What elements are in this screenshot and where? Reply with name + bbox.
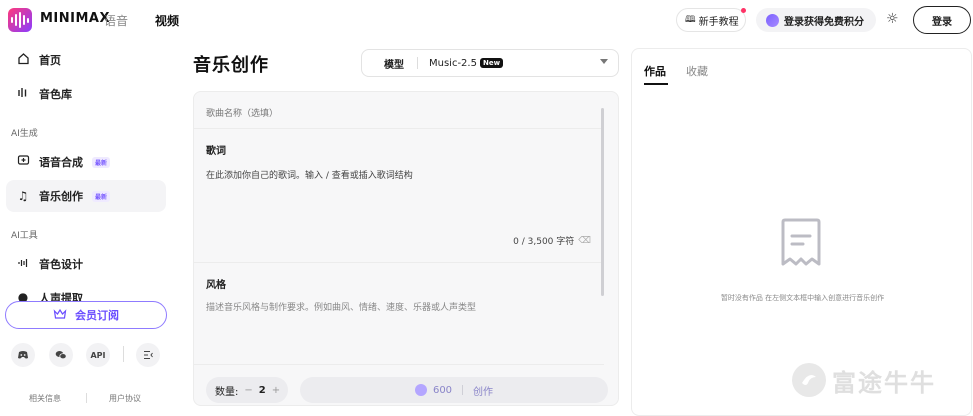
lyrics-counter: 0 / 3,500 字符 ⌫: [513, 234, 591, 248]
divider: [123, 346, 124, 362]
new-badge: 最新: [92, 190, 111, 202]
create-credits: 600: [432, 384, 453, 396]
model-label: 模型: [384, 59, 404, 71]
login-button[interactable]: 登录: [913, 6, 971, 34]
sidebar-item-label: 语音合成: [39, 156, 83, 169]
wechat-icon[interactable]: [49, 343, 73, 367]
style-label: 风格: [206, 280, 226, 291]
divider: [194, 128, 604, 129]
membership-subscribe-button[interactable]: 会员订阅: [5, 301, 167, 329]
tutorial-label: 新手教程: [698, 16, 739, 28]
decrement-button[interactable]: −: [244, 385, 252, 396]
increment-button[interactable]: +: [272, 385, 280, 396]
song-name-input[interactable]: 歌曲名称（选填）: [206, 106, 278, 119]
sidebar-item-music-creation[interactable]: ♫ 音乐创作 最新: [6, 180, 166, 212]
collapse-sidebar-icon[interactable]: [136, 343, 160, 367]
tab-favorites[interactable]: 收藏: [686, 63, 708, 79]
chevron-down-icon: [600, 59, 608, 64]
empty-state-text: 暂时没有作品 在左侧文本框中输入创意进行音乐创作: [720, 294, 885, 302]
tutorial-button[interactable]: 🕮 新手教程: [676, 8, 746, 32]
music-editor-panel: 歌曲名称（选填） 歌词 在此添加你自己的歌词。输入 / 查看或插入歌词结构 0 …: [193, 91, 619, 406]
sidebar-item-voice-design[interactable]: 音色设计: [6, 248, 166, 280]
section-ai-generate: AI生成: [11, 129, 38, 139]
quantity-label: 数量:: [215, 386, 239, 398]
divider: [86, 393, 87, 403]
voice-library-icon: [16, 86, 30, 102]
speech-synthesis-icon: [16, 154, 30, 170]
page-title: 音乐创作: [193, 55, 269, 76]
free-credits-button[interactable]: 登录获得免费积分: [756, 8, 876, 32]
tab-underline: [644, 83, 668, 85]
credits-label: 登录获得免费积分: [784, 16, 864, 28]
member-label: 会员订阅: [75, 309, 119, 322]
sidebar-item-home[interactable]: 首页: [6, 44, 166, 76]
section-ai-tools: AI工具: [11, 231, 38, 241]
sidebar-item-vocal-extract[interactable]: ● 人声提取: [6, 282, 166, 302]
divider: [194, 364, 604, 365]
scrollbar[interactable]: [601, 108, 604, 296]
book-icon: 🕮: [685, 15, 696, 25]
api-link[interactable]: API: [86, 343, 110, 367]
voice-design-icon: [16, 256, 30, 272]
divider: [194, 262, 604, 263]
music-note-icon: ♫: [17, 189, 29, 203]
sidebar-item-speech-synthesis[interactable]: 语音合成 最新: [6, 146, 166, 178]
footer-user-agreement[interactable]: 用户协议: [109, 393, 141, 404]
model-select[interactable]: 模型 Music-2.5 New: [361, 49, 619, 77]
quantity-value: 2: [258, 384, 266, 396]
theme-toggle-sun-icon[interactable]: ☼: [886, 11, 899, 27]
nav-voice[interactable]: 语音: [104, 12, 128, 29]
sidebar: 首页 音色库 AI生成 语音合成 最新 ♫ 音乐创作 最新 AI工具 音色设计 …: [0, 40, 175, 416]
credits-icon: [766, 13, 779, 27]
quantity-stepper[interactable]: 数量: − 2 +: [206, 377, 288, 403]
watermark-text: 富途牛牛: [832, 368, 936, 397]
style-input[interactable]: 描述音乐风格与制作要求。例如曲风、情绪、速度、乐器或人声类型: [206, 300, 476, 313]
crown-icon: [53, 308, 67, 323]
lyrics-label: 歌词: [206, 146, 226, 157]
sidebar-item-label: 音乐创作: [39, 190, 83, 203]
credits-icon: [414, 384, 427, 396]
divider: [462, 385, 464, 395]
new-tag: New: [479, 58, 504, 68]
char-count: 0 / 3,500 字符: [513, 237, 575, 247]
sidebar-item-voice-library[interactable]: 音色库: [6, 78, 166, 110]
notification-dot: [741, 8, 746, 13]
sidebar-item-label: 首页: [39, 54, 61, 67]
tab-works[interactable]: 作品: [644, 63, 666, 79]
sidebar-item-label: 音色库: [39, 88, 72, 101]
minimax-logo-icon[interactable]: [8, 8, 32, 32]
new-badge: 最新: [92, 156, 111, 168]
works-panel: 作品 收藏 暂时没有作品 在左侧文本框中输入创意进行音乐创作: [631, 48, 972, 416]
create-label: 创作: [473, 386, 494, 398]
watermark: 富途牛牛: [792, 362, 962, 398]
footer-related-info[interactable]: 相关信息: [29, 393, 61, 404]
discord-icon[interactable]: [11, 343, 35, 367]
futu-logo-icon: [792, 363, 826, 397]
home-icon: [16, 52, 30, 68]
top-bar: MINIMAX 语音 视频 🕮 新手教程 登录获得免费积分 ☼ 登录: [0, 0, 973, 40]
sidebar-item-label: 音色设计: [39, 258, 83, 271]
create-button[interactable]: 600 创作: [300, 377, 608, 403]
nav-video[interactable]: 视频: [155, 12, 179, 29]
lyrics-input[interactable]: 在此添加你自己的歌词。输入 / 查看或插入歌词结构: [206, 168, 413, 181]
brand-name[interactable]: MINIMAX: [40, 11, 110, 26]
model-value: Music-2.5: [429, 57, 477, 69]
empty-document-icon: [779, 216, 823, 268]
divider: [417, 57, 418, 69]
eraser-icon[interactable]: ⌫: [578, 236, 591, 246]
